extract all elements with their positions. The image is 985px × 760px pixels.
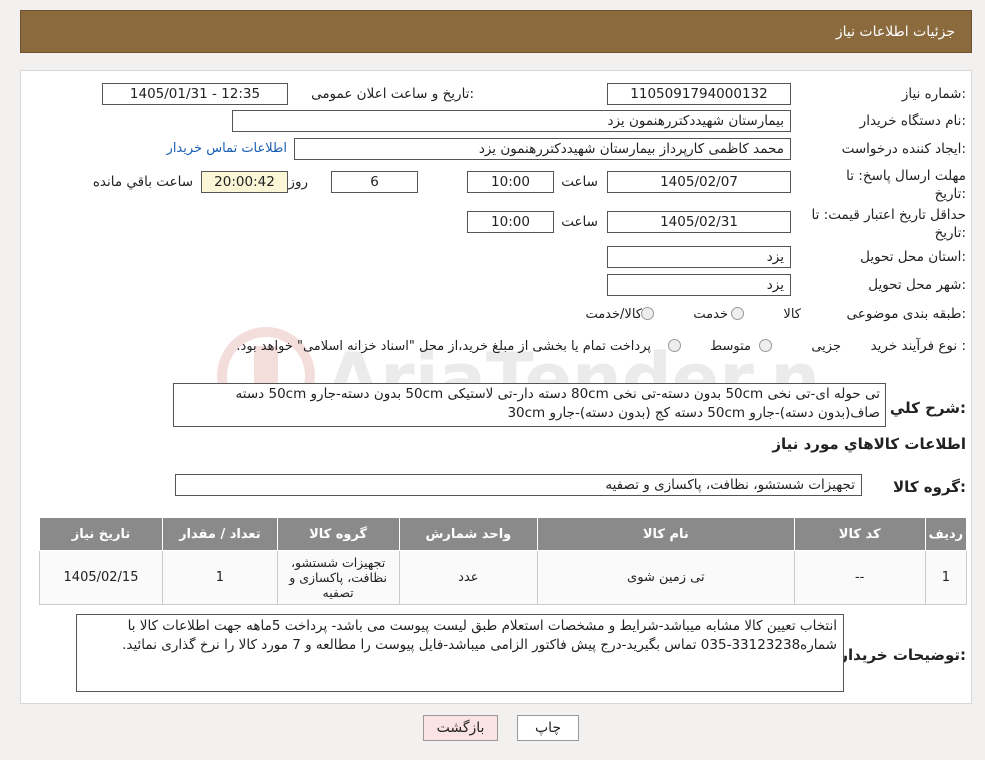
- payment-note: پرداخت تمام یا بخشی از مبلغ خرید،از محل …: [236, 339, 651, 354]
- cell-name: تی زمین شوی: [537, 550, 795, 605]
- col-code: کد کالا: [793, 517, 926, 551]
- category-label: طبقه بندی موضوعی:: [846, 306, 966, 322]
- deadline-label: مهلت ارسال پاسخ: تا: [846, 168, 966, 184]
- cell-date: 1405/02/15: [38, 550, 164, 605]
- category-option-goods-label: کالا: [783, 307, 801, 322]
- page-title: جزئیات اطلاعات نیاز: [835, 24, 955, 40]
- province-label: استان محل تحویل:: [860, 249, 966, 265]
- remaining-time-field: 20:00:42: [201, 171, 288, 193]
- announce-datetime-field: 1405/01/31 - 12:35: [102, 83, 288, 105]
- cell-qty: 1: [162, 550, 278, 605]
- details-panel: AriaTender.neT شماره نیاز: 1105091794000…: [20, 70, 972, 704]
- category-option-service-label: خدمت: [693, 307, 728, 322]
- summary-field: تی حوله ای-تی نخی 50cm بدون دسته-تی نخی …: [173, 383, 886, 427]
- col-date: تاریخ نیاز: [38, 517, 164, 551]
- goods-info-title: اطلاعات کالاهاي مورد نياز: [772, 435, 966, 453]
- cell-row: 1: [924, 550, 968, 605]
- col-unit: واحد شمارش: [398, 517, 539, 551]
- deadline-label-date: تاریخ:: [934, 186, 966, 202]
- col-group: گروه کالا: [276, 517, 400, 551]
- remaining-label: ساعت باقي مانده: [92, 174, 193, 190]
- city-label: شهر محل تحویل:: [868, 277, 966, 293]
- items-table: ردیف کد کالا نام کالا واحد شمارش گروه کا…: [38, 517, 968, 605]
- col-row: ردیف: [924, 517, 968, 551]
- category-option-service-radio[interactable]: [641, 307, 654, 320]
- goods-group-field: تجهیزات شستشو، نظافت، پاکسازی و تصفیه: [175, 474, 862, 496]
- validity-label-date: تاریخ:: [934, 225, 966, 241]
- goods-group-label: گروه کالا:: [893, 478, 966, 496]
- deadline-time-label: ساعت: [561, 174, 598, 190]
- buyer-org-field: بیمارستان شهیددکتررهنمون یزد: [232, 110, 791, 132]
- category-option-both-label: کالا/خدمت: [585, 307, 642, 322]
- process-option-minor-label: جزیی: [811, 339, 841, 354]
- notes-label: توضیحات خریدار:: [839, 646, 966, 664]
- creator-label: ایجاد کننده درخواست:: [841, 141, 966, 157]
- creator-field: محمد کاظمی کارپرداز بیمارستان شهیددکترره…: [294, 138, 791, 160]
- validity-time-label: ساعت: [561, 214, 598, 230]
- items-table-header: ردیف کد کالا نام کالا واحد شمارش گروه کا…: [38, 517, 968, 551]
- back-button[interactable]: بازگشت: [423, 715, 498, 741]
- city-field: یزد: [607, 274, 791, 296]
- process-option-medium-label: متوسط: [710, 339, 751, 354]
- table-row: 1 -- تی زمین شوی عدد تجهیزات شستشو، نظاف…: [38, 550, 968, 605]
- col-name: نام کالا: [537, 517, 795, 551]
- cell-group: تجهیزات شستشو، نظافت، پاکسازی و تصفیه: [276, 550, 400, 605]
- announce-label: تاریخ و ساعت اعلان عمومی:: [311, 86, 474, 102]
- need-number-field: 1105091794000132: [607, 83, 791, 105]
- process-option-minor-radio[interactable]: [759, 339, 772, 352]
- notes-field: انتخاب تعیین کالا مشابه میباشد-شرایط و م…: [76, 614, 844, 692]
- category-option-goods-radio[interactable]: [731, 307, 744, 320]
- validity-label: حداقل تاریخ اعتبار قیمت: تا: [811, 207, 966, 223]
- buyer-org-label: نام دستگاه خریدار:: [859, 113, 966, 129]
- cell-unit: عدد: [398, 550, 539, 605]
- validity-time-field: 10:00: [467, 211, 554, 233]
- print-button[interactable]: چاپ: [517, 715, 579, 741]
- province-field: یزد: [607, 246, 791, 268]
- deadline-date-field: 1405/02/07: [607, 171, 791, 193]
- cell-code: --: [793, 550, 926, 605]
- validity-date-field: 1405/02/31: [607, 211, 791, 233]
- buyer-contact-link[interactable]: اطلاعات تماس خریدار: [167, 141, 287, 156]
- page-header: جزئیات اطلاعات نیاز: [20, 10, 972, 53]
- deadline-time-field: 10:00: [467, 171, 554, 193]
- process-option-medium-radio[interactable]: [668, 339, 681, 352]
- process-label: نوع فرآیند خرید :: [870, 338, 966, 354]
- need-number-label: شماره نیاز:: [901, 86, 966, 102]
- col-qty: تعداد / مقدار: [162, 517, 278, 551]
- remaining-days-field: 6: [331, 171, 418, 193]
